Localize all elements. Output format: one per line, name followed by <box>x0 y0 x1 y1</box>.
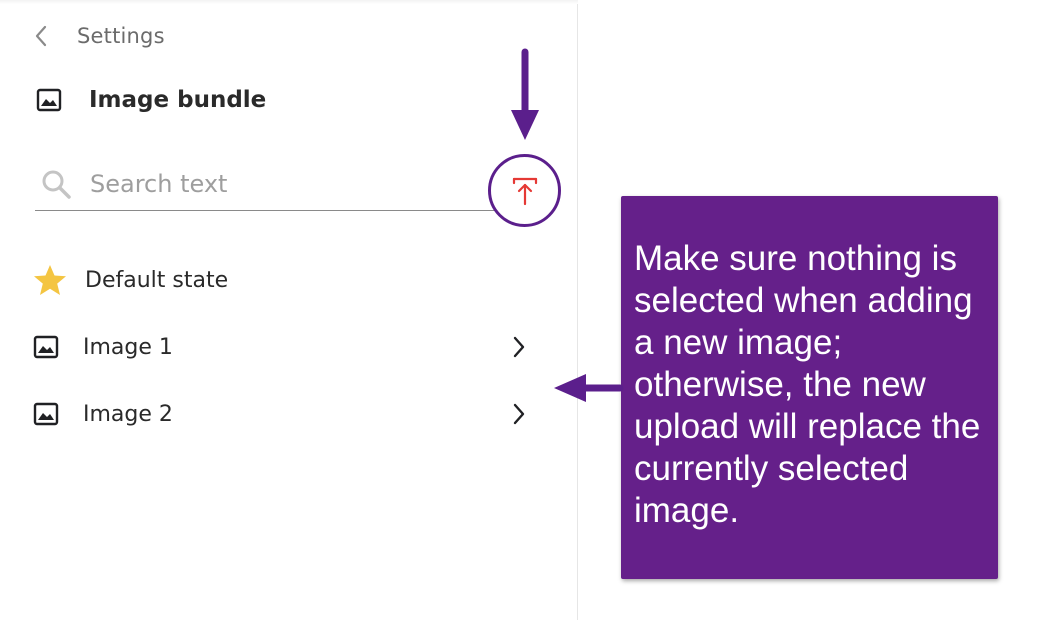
image-icon <box>33 402 59 426</box>
upload-icon <box>512 177 537 205</box>
list-item-label: Image 2 <box>83 401 173 427</box>
breadcrumb: Settings <box>30 22 165 50</box>
back-label[interactable]: Settings <box>77 24 165 48</box>
chevron-right-icon <box>508 402 530 426</box>
annotation-text: Make sure nothing is selected when addin… <box>634 239 981 530</box>
search-icon <box>38 166 74 202</box>
list-item-image-2[interactable]: Image 2 <box>30 392 530 436</box>
search-bar <box>35 158 495 211</box>
chevron-left-icon <box>35 25 47 47</box>
star-icon <box>34 265 66 295</box>
list-item-label: Default state <box>85 267 229 293</box>
back-button[interactable] <box>30 22 52 50</box>
chevron-right-icon <box>508 335 530 359</box>
list-item-default-state[interactable]: Default state <box>30 258 530 302</box>
image-icon <box>36 88 62 112</box>
upload-button[interactable] <box>488 154 561 227</box>
search-input[interactable] <box>90 170 470 198</box>
list-item-image-1[interactable]: Image 1 <box>30 325 530 369</box>
settings-panel: Settings Image bundle Search text Defaul… <box>0 0 578 620</box>
list-item-label: Image 1 <box>83 334 173 360</box>
panel-top-shadow <box>0 0 578 4</box>
app-window: Settings Image bundle Search text Defaul… <box>0 0 1039 620</box>
annotation-callout: Make sure nothing is selected when addin… <box>621 196 998 579</box>
page-title: Image bundle <box>89 87 267 113</box>
panel-header: Image bundle <box>36 84 266 116</box>
image-icon <box>33 335 59 359</box>
